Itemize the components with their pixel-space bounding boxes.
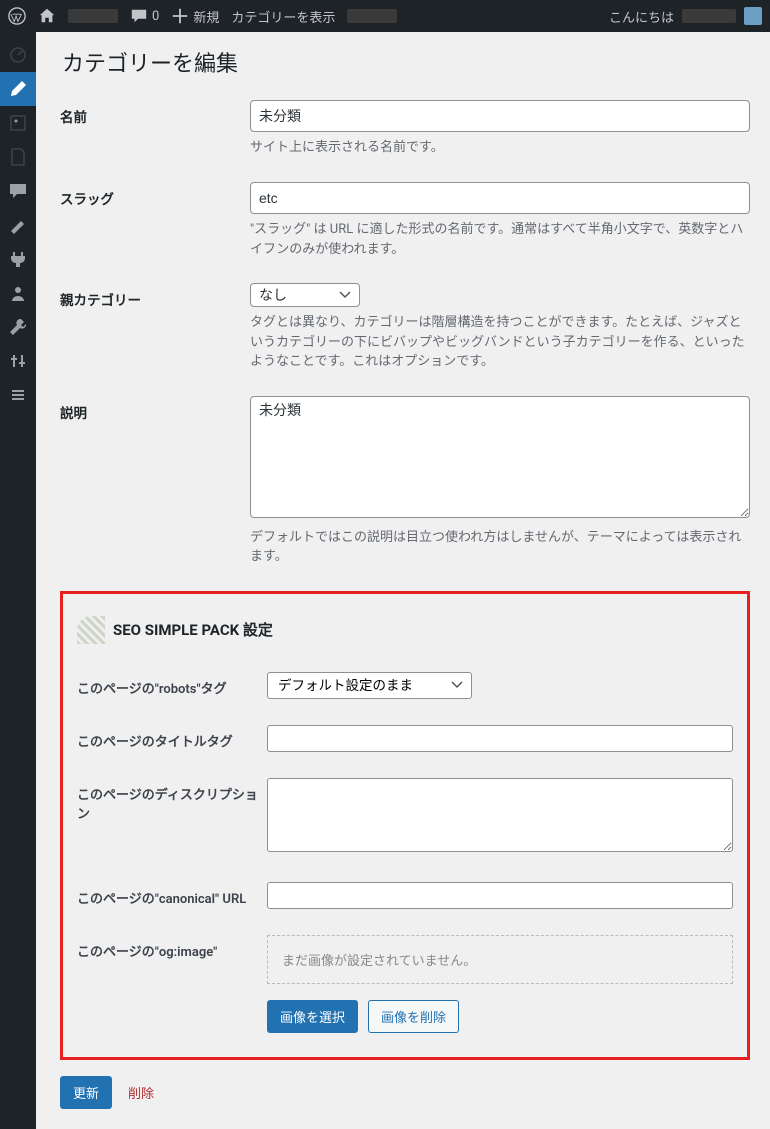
seo-robots-select[interactable]: デフォルト設定のまま xyxy=(267,672,472,699)
menu-dashboard[interactable] xyxy=(0,38,36,72)
comments-count: 0 xyxy=(152,9,159,24)
seo-title-input[interactable] xyxy=(267,725,733,752)
greeting: こんにちは xyxy=(609,7,674,26)
seo-canonical-input[interactable] xyxy=(267,882,733,909)
site-home-icon[interactable] xyxy=(38,7,56,25)
username-blur xyxy=(682,9,736,23)
menu-comments[interactable] xyxy=(0,174,36,208)
slug-label: スラッグ xyxy=(60,182,250,259)
slug-desc: "スラッグ" は URL に適した形式の名前です。通常はすべて半角小文字で、英数… xyxy=(250,220,750,259)
menu-media[interactable] xyxy=(0,106,36,140)
description-label: 説明 xyxy=(60,396,250,567)
name-label: 名前 xyxy=(60,100,250,158)
seo-simple-pack-box: SEO SIMPLE PACK 設定 このページの"robots"タグ デフォル… xyxy=(60,591,750,1060)
seo-canonical-label: このページの"canonical" URL xyxy=(77,882,267,907)
slug-input[interactable] xyxy=(250,182,750,214)
menu-tools[interactable] xyxy=(0,310,36,344)
page-title: カテゴリーを編集 xyxy=(62,46,750,78)
wp-logo[interactable] xyxy=(8,7,26,25)
seo-desc-label: このページのディスクリプション xyxy=(77,778,267,822)
description-desc: デフォルトではこの説明は目立つ使われ方はしませんが、テーマによっては表示されます… xyxy=(250,528,750,567)
menu-settings[interactable] xyxy=(0,344,36,378)
delete-link[interactable]: 削除 xyxy=(128,1083,154,1102)
ogimage-remove-button[interactable]: 画像を削除 xyxy=(368,1000,459,1033)
new-content-link[interactable]: 新規 xyxy=(171,7,219,26)
ogimage-select-button[interactable]: 画像を選択 xyxy=(267,1000,358,1033)
view-categories-link[interactable]: カテゴリーを表示 xyxy=(231,7,335,26)
admin-bar: 0 新規 カテゴリーを表示 こんにちは xyxy=(0,0,770,32)
description-textarea[interactable]: 未分類 xyxy=(250,396,750,518)
seo-ogimage-label: このページの"og:image" xyxy=(77,935,267,960)
comments-link[interactable]: 0 xyxy=(130,7,159,25)
seo-ogimage-empty-message: まだ画像が設定されていません。 xyxy=(267,935,733,984)
seo-title-label: このページのタイトルタグ xyxy=(77,725,267,750)
parent-label: 親カテゴリー xyxy=(60,283,250,372)
update-button[interactable]: 更新 xyxy=(60,1076,112,1109)
parent-select[interactable]: なし xyxy=(250,283,360,307)
breadcrumb-blur xyxy=(347,9,397,23)
admin-sidebar xyxy=(0,32,36,1129)
menu-plugins[interactable] xyxy=(0,242,36,276)
name-input[interactable] xyxy=(250,100,750,132)
menu-users[interactable] xyxy=(0,276,36,310)
site-name-blur xyxy=(68,9,118,23)
seo-heading: SEO SIMPLE PACK 設定 xyxy=(113,619,273,640)
seo-desc-textarea[interactable] xyxy=(267,778,733,852)
parent-desc: タグとは異なり、カテゴリーは階層構造を持つことができます。たとえば、ジャズという… xyxy=(250,313,750,372)
seo-logo-icon xyxy=(77,616,105,644)
seo-robots-label: このページの"robots"タグ xyxy=(77,672,267,697)
avatar[interactable] xyxy=(744,7,762,25)
menu-pages[interactable] xyxy=(0,140,36,174)
name-desc: サイト上に表示される名前です。 xyxy=(250,138,750,158)
menu-posts[interactable] xyxy=(0,72,36,106)
menu-appearance[interactable] xyxy=(0,208,36,242)
menu-item-extra[interactable] xyxy=(0,378,36,412)
